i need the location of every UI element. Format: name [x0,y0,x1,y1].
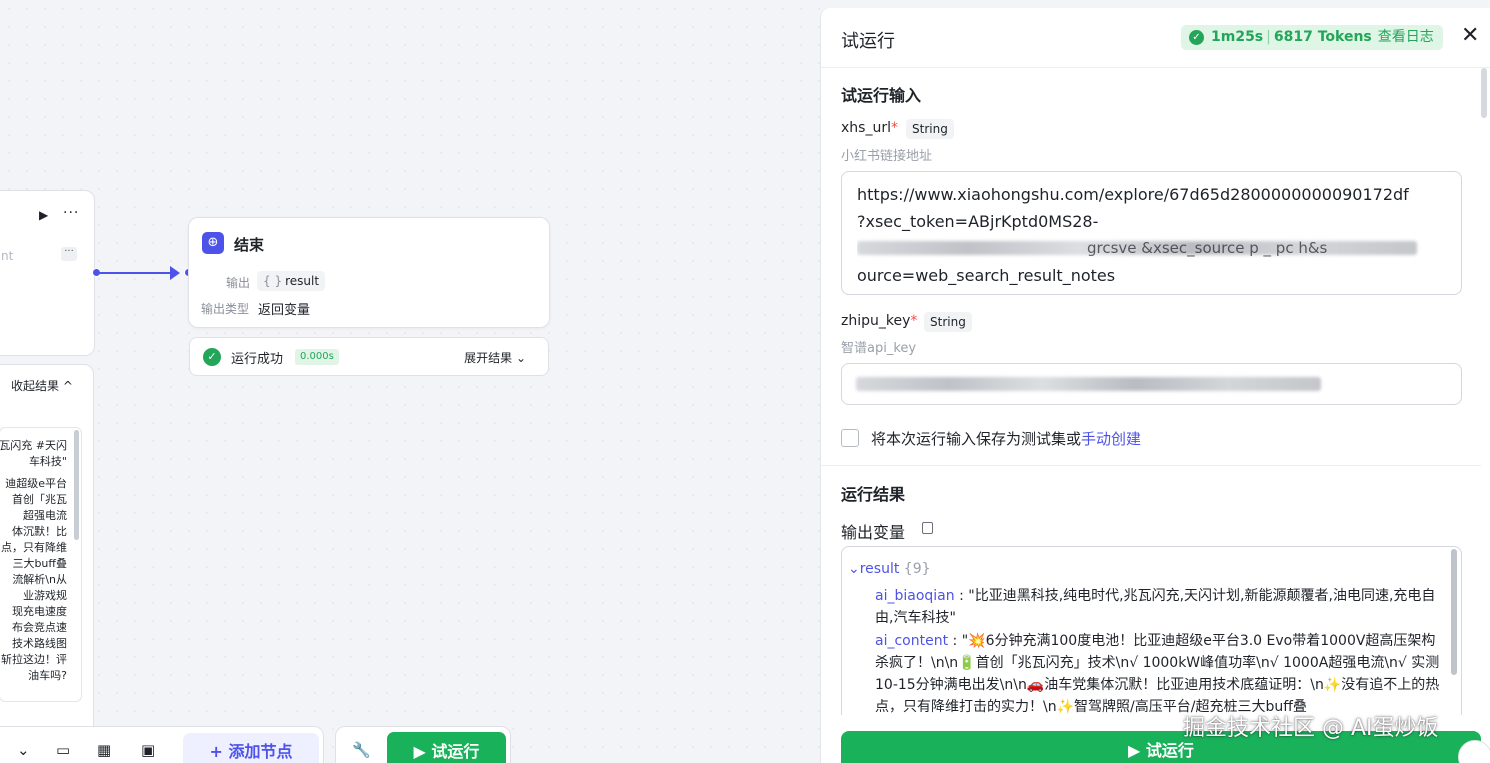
panel-header: 试运行 ✓ 1m25s | 6817 Tokens 查看日志 ✕ [821,8,1490,68]
result-line: 油车吗? [28,669,67,682]
json-root[interactable]: ⌄result {9} [848,561,931,577]
more-icon[interactable]: ··· [63,205,79,221]
trial-run-button[interactable]: ▶ 试运行 [387,732,506,763]
xhs-url-value: https://www.xiaohongshu.com/explore/67d6… [857,181,1437,289]
test-run-panel: 试运行 ✓ 1m25s | 6817 Tokens 查看日志 ✕ 试运行输入 xhs_… [820,8,1490,763]
scrollbar[interactable] [74,430,79,540]
manual-create-link[interactable]: 手动创建 [1081,430,1141,448]
node-output-label: nt [1,249,14,263]
collapse-result-button[interactable]: 收起结果 ^ [11,377,73,394]
comment-icon[interactable]: ▭ [56,741,70,759]
output-variable-label: 输出变量 [841,523,906,542]
expand-result-button[interactable]: 展开结果 ⌄ [464,349,526,366]
output-chip: { } result [257,271,326,291]
type-tag: String [906,119,954,139]
output-type-label: 输出类型 [201,302,250,316]
panel-title: 试运行 [841,31,895,52]
end-node[interactable]: ⊕ 结束 输出 { } result 输出类型 返回变量 [188,217,550,328]
output-label: 输出 [226,276,251,290]
xhs-url-input[interactable]: https://www.xiaohongshu.com/explore/67d6… [841,171,1462,295]
minimap-icon[interactable]: ▣ [141,741,155,759]
watermark: 掘金技术社区 @ AI蛋炒饭 [1183,716,1439,741]
layout-grid-icon[interactable]: ▦ [97,741,111,759]
result-section-title: 运行结果 [841,485,906,504]
result-line: 斩拉这边！评 [1,653,67,666]
result-line: 业游戏规 [23,589,67,602]
more-small-icon[interactable]: ··· [61,247,77,261]
end-node-title: 结束 [234,236,265,254]
run-toolbar: 🔧 ▶ 试运行 [335,726,511,763]
checkbox[interactable] [841,429,859,447]
result-line: 车科技" [28,455,67,468]
xhs-url-label: xhs_url* [841,120,898,136]
output-type-value: 返回变量 [258,303,311,318]
close-icon[interactable]: ✕ [1461,23,1479,48]
json-row: ai_biaoqian : "比亚迪黑科技,纯电时代,兆瓦闪充,天闪计划,新能源… [875,588,1436,626]
add-node-button[interactable]: + 添加节点 [183,733,319,763]
result-line: 流解析\n从 [12,573,67,586]
result-line: 技术路线图 [12,637,67,650]
chevron-down-icon[interactable]: ⌄ [17,741,30,759]
result-text: 瓦闪充 #天闪车科技" 迪超级e平台首创「兆瓦超强电流体沉默！比点，只有降维三大b… [0,438,67,684]
result-text-box[interactable]: 瓦闪充 #天闪车科技" 迪超级e平台首创「兆瓦超强电流体沉默！比点，只有降维三大b… [0,427,82,702]
result-line: 瓦闪充 #天闪 [0,439,67,452]
play-icon[interactable]: ▶ [39,208,48,222]
token-count: 6817 Tokens [1273,29,1372,45]
workflow-canvas[interactable]: ▶ ··· nt ··· 收起结果 ^ 瓦闪充 #天闪车科技" 迪超级e平台首创「… [0,0,820,763]
result-line: 迪超级e平台 [5,477,67,490]
panel-scrollbar[interactable] [1481,68,1487,118]
type-tag: String [924,312,972,332]
divider [821,465,1481,466]
xhs-url-hint: 小红书链接地址 [841,149,933,164]
result-line: 体沉默！比 [12,525,67,538]
result-line: 三大buff叠 [12,557,67,570]
success-check-icon: ✓ [203,348,221,366]
result-line: 首创「兆瓦 [12,493,67,506]
connection-edge[interactable] [96,272,176,274]
result-line: 超强电流 [23,509,67,522]
previous-node[interactable]: ▶ ··· nt ··· [0,190,95,356]
result-line: 点，只有降维 [1,541,67,554]
end-node-icon: ⊕ [202,232,224,254]
json-row: ai_content : "💥6分钟充满100度电池！比亚迪超级e平台3.0 E… [875,633,1440,715]
run-summary-badge: ✓ 1m25s | 6817 Tokens 查看日志 [1181,25,1443,50]
scrollbar[interactable] [1451,549,1457,675]
run-status-bar: ✓ 运行成功 0.000s 展开结果 ⌄ [189,337,549,376]
wrench-icon[interactable]: 🔧 [352,741,371,759]
scroll-top-button[interactable] [1458,740,1490,763]
save-testset-label: 将本次运行输入保存为测试集或手动创建 [871,430,1142,448]
input-section-title: 试运行输入 [841,86,922,105]
previous-node-result: 收起结果 ^ 瓦闪充 #天闪车科技" 迪超级e平台首创「兆瓦超强电流体沉默！比点，… [0,364,94,763]
zhipu-key-input[interactable] [841,363,1462,405]
run-status-text: 运行成功 [231,352,284,367]
redacted-value [856,377,1321,391]
canvas-toolbar: ⌄ ▭ ▦ ▣ + 添加节点 [0,726,324,763]
view-log-link[interactable]: 查看日志 [1378,29,1434,45]
zhipu-key-label: zhipu_key* [841,313,918,329]
run-time-badge: 0.000s [295,349,339,365]
result-line: 布会竞点速 [12,621,67,634]
success-check-icon: ✓ [1189,30,1204,45]
output-json-viewer[interactable]: ⌄result {9} ai_biaoqian : "比亚迪黑科技,纯电时代,兆… [841,546,1462,721]
zhipu-key-hint: 智谱api_key [841,341,917,356]
edge-arrow-icon [170,266,180,280]
copy-icon[interactable] [922,522,933,534]
result-line: 现充电速度 [12,605,67,618]
braces-icon: { } [263,274,283,288]
run-duration: 1m25s [1211,29,1264,45]
